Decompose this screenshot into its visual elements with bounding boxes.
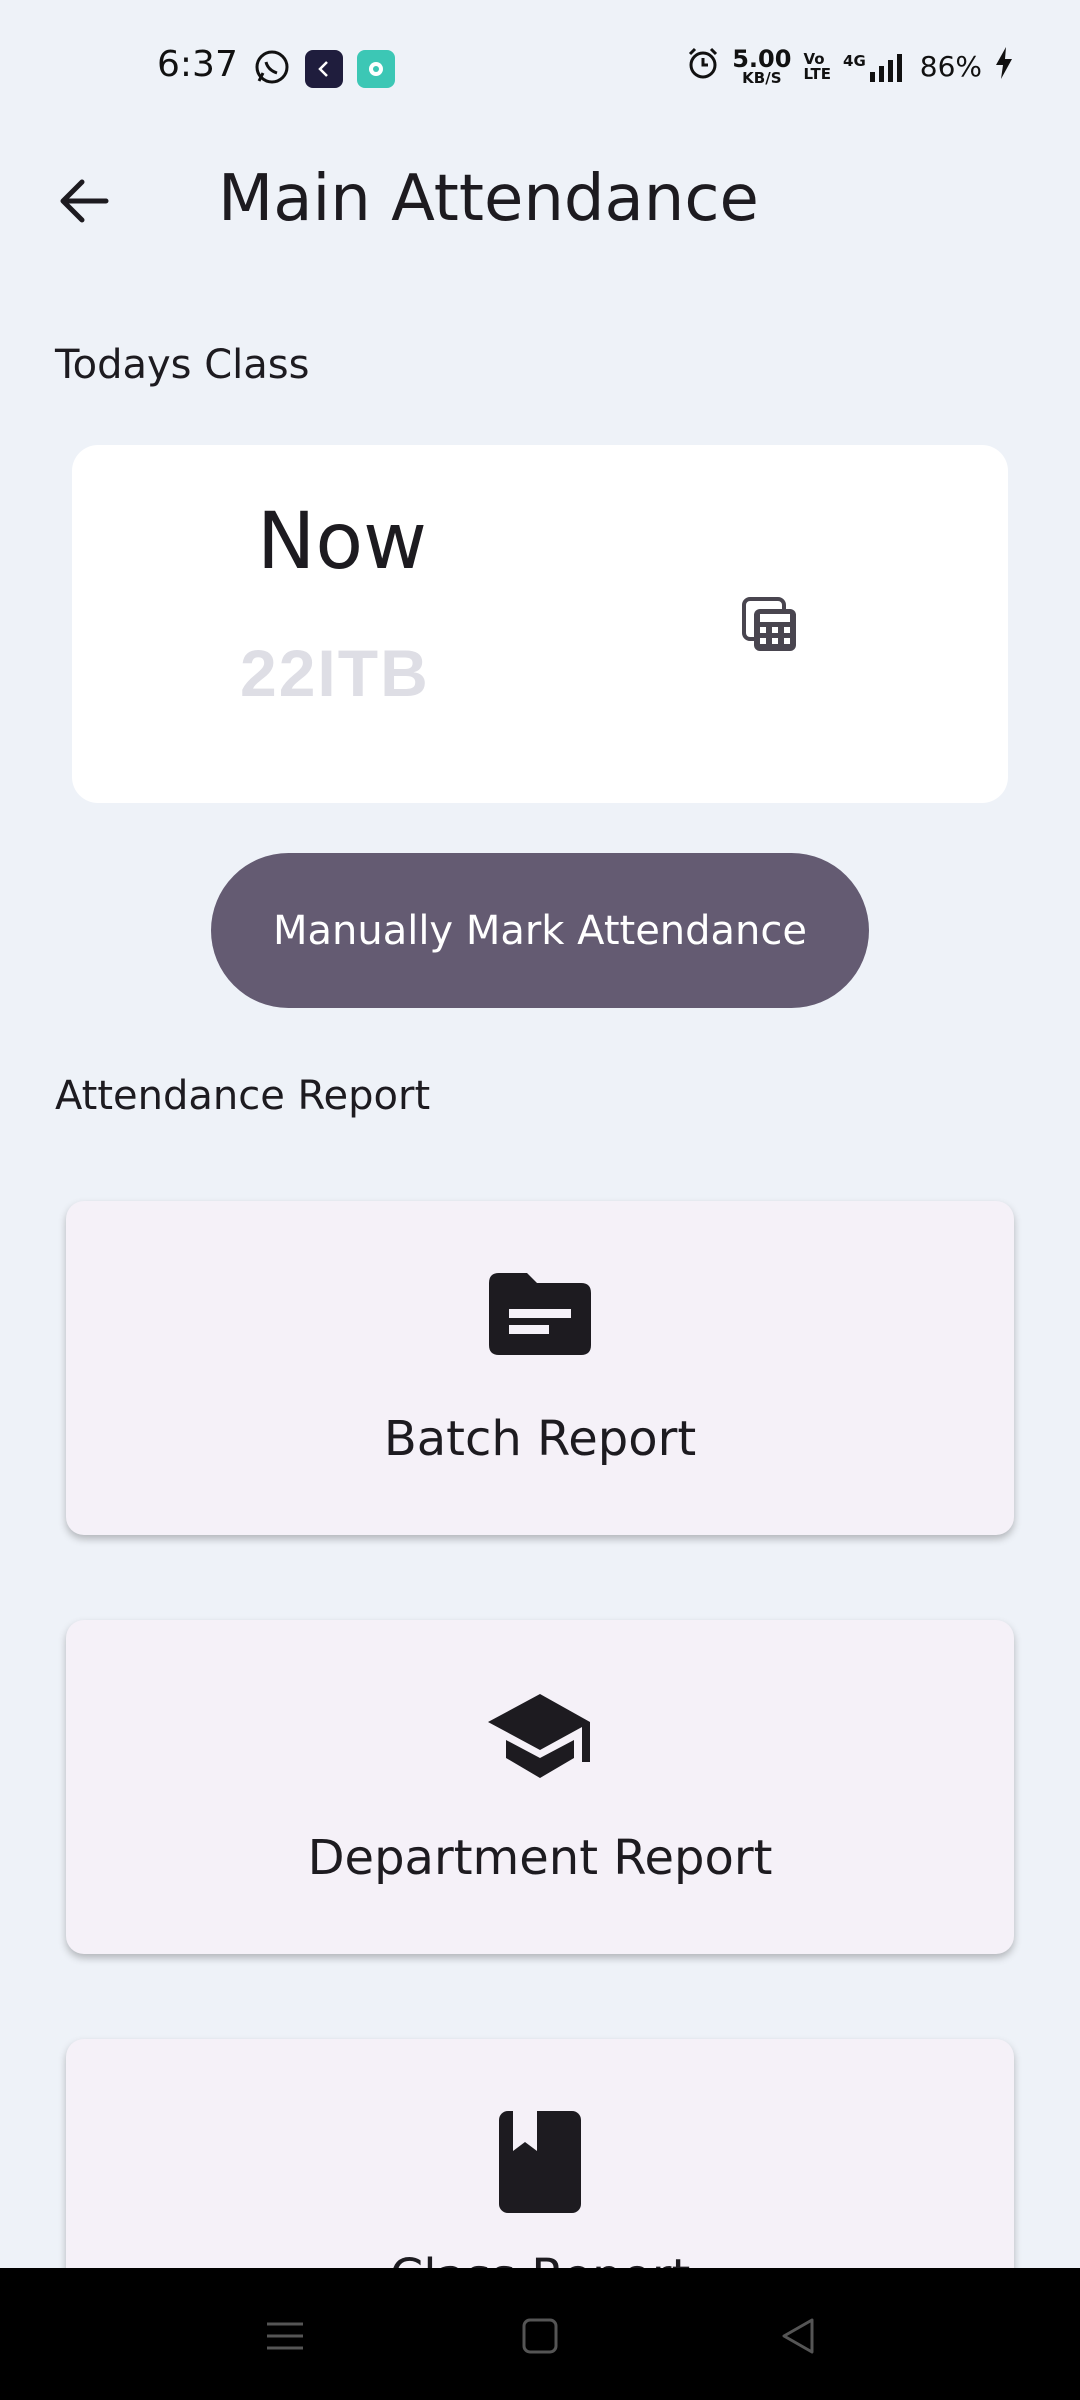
department-report-card[interactable]: Department Report bbox=[66, 1620, 1014, 1954]
home-square-icon[interactable] bbox=[510, 2308, 570, 2364]
department-report-label: Department Report bbox=[307, 1830, 773, 1886]
page-title: Main Attendance bbox=[218, 162, 759, 236]
todays-class-label: Todays Class bbox=[55, 342, 310, 388]
net-speed: 5.00 KB/S bbox=[732, 45, 792, 87]
folder-icon bbox=[489, 1273, 591, 1359]
batch-report-card[interactable]: Batch Report bbox=[66, 1201, 1014, 1535]
app-bar: Main Attendance bbox=[0, 138, 1080, 262]
manually-mark-attendance-button[interactable]: Manually Mark Attendance bbox=[211, 853, 869, 1008]
batch-report-label: Batch Report bbox=[383, 1411, 697, 1467]
arrow-left-icon bbox=[56, 174, 110, 232]
class-status: Now bbox=[257, 497, 427, 587]
battery-level: 86% bbox=[919, 50, 982, 83]
graduation-cap-icon bbox=[486, 1692, 594, 1788]
attendance-report-label: Attendance Report bbox=[55, 1073, 431, 1119]
back-button[interactable] bbox=[48, 168, 118, 238]
class-code: 22ITB bbox=[240, 636, 430, 710]
bookmark-book-icon bbox=[499, 2111, 581, 2217]
todays-class-card[interactable]: Now 22ITB bbox=[72, 445, 1008, 803]
app-icon bbox=[305, 50, 343, 88]
app-icon-teal bbox=[357, 50, 395, 88]
calculator-icon[interactable] bbox=[740, 595, 800, 655]
status-time: 6:37 bbox=[157, 44, 238, 85]
alarm-icon bbox=[686, 46, 720, 87]
status-bar: 6:37 5.00 KB/S Vo LTE 4G 86% bbox=[0, 0, 1080, 138]
back-triangle-icon[interactable] bbox=[768, 2308, 828, 2364]
system-nav-bar bbox=[0, 2268, 1080, 2400]
volte-indicator: Vo LTE bbox=[803, 49, 832, 83]
signal-icon: 4G bbox=[843, 52, 908, 82]
whatsapp-icon bbox=[253, 48, 291, 90]
charging-icon bbox=[994, 46, 1014, 87]
menu-icon[interactable] bbox=[255, 2308, 315, 2364]
